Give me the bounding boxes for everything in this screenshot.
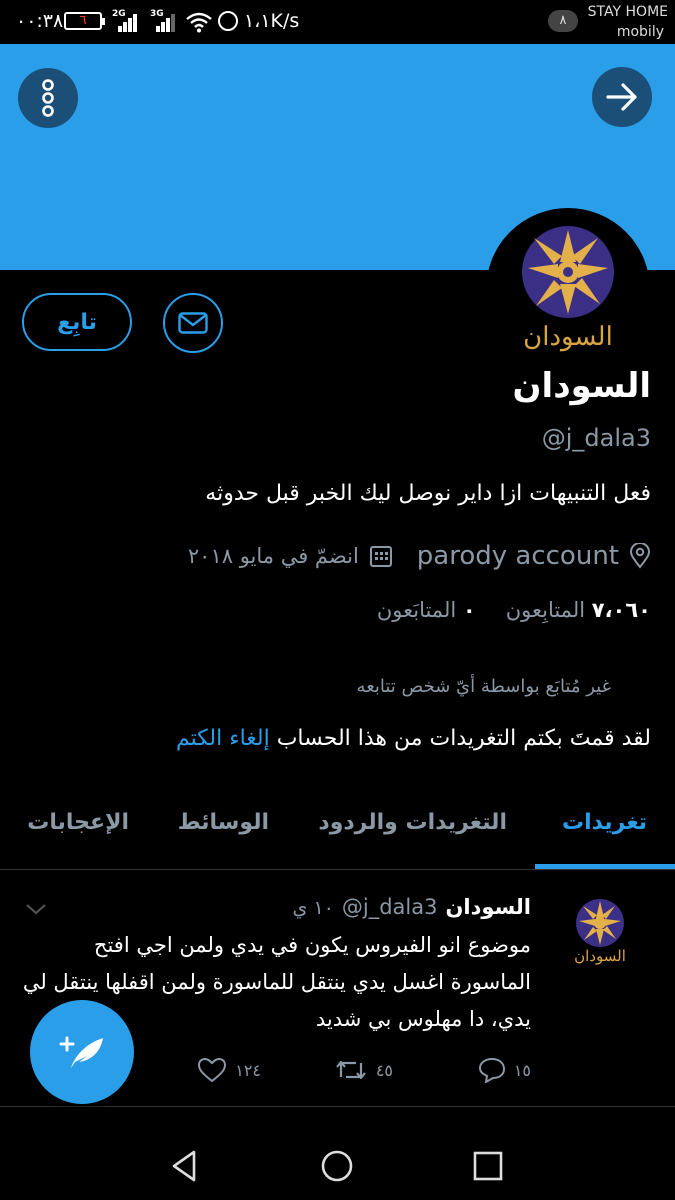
arrow-right-icon [606, 83, 637, 111]
calendar-icon [369, 546, 392, 567]
compose-tweet-button[interactable] [30, 1000, 134, 1104]
following-count: ٧،٠٦٠ [591, 598, 651, 622]
retweet-button[interactable]: ٤٥ [334, 1055, 393, 1085]
tweet-author-handle: @j_dala3 [341, 895, 438, 919]
not-followed-notice: غير مُتابَع بواسطة أيّ شخص تتابعه [356, 676, 611, 697]
nav-recents-icon[interactable] [470, 1148, 506, 1184]
like-button[interactable]: ١٢٤ [197, 1055, 261, 1085]
profile-bio: فعل التنبيهات ازا داير نوصل ليك الخبر قب… [205, 481, 651, 506]
follow-button[interactable]: تابِع [22, 293, 132, 351]
tweet-header: السودان @j_dala3 ١٠ ي [293, 895, 531, 919]
battery-icon: ٦ [64, 12, 105, 30]
tab-tweets[interactable]: تغريدات [562, 810, 647, 835]
notification-count-badge: ٨ [548, 10, 578, 32]
tweet-avatar[interactable]: السودان [561, 893, 639, 971]
network-2g-label: 2G [112, 9, 126, 19]
network-speed: ١،١K/s [244, 10, 300, 32]
alarm-icon [218, 11, 238, 31]
profile-location: parody account [416, 541, 619, 571]
status-bar: ٠٠:٣٨ ٦ 2G 3G ١،١K/s ٨ STAY HOME mobily [0, 0, 675, 44]
signal-3g-icon: 3G [150, 9, 176, 32]
message-button[interactable] [163, 293, 223, 353]
stay-home-label: STAY HOME [587, 4, 668, 20]
muted-notice: لقد قمتَ بكتم التغريدات من هذا الحساب إل… [176, 726, 651, 751]
status-time: ٠٠:٣٨ [16, 10, 64, 32]
tab-tweets-replies[interactable]: التغريدات والردود [318, 810, 507, 835]
tab-media[interactable]: الوسائط [178, 810, 269, 835]
nav-home-icon[interactable] [319, 1148, 355, 1184]
compose-feather-icon [59, 1036, 103, 1068]
profile-handle: @j_dala3 [541, 424, 651, 452]
reply-count: ١٥ [513, 1060, 531, 1080]
profile-tabs: تغريدات التغريدات والردود الوسائط الإعجا… [0, 786, 675, 870]
carrier-label: mobily [616, 24, 664, 40]
avatar-logo-text: السودان [523, 322, 613, 352]
more-options-button[interactable] [18, 68, 78, 128]
profile-joined: انضمّ في مايو ٢٠١٨ [187, 544, 359, 568]
nav-back-icon[interactable] [168, 1148, 204, 1184]
tweet-author-name[interactable]: السودان [445, 895, 531, 919]
tweet-time: ١٠ ي [292, 897, 334, 919]
profile-meta: parody account انضمّ في مايو ٢٠١٨ [188, 538, 651, 574]
following-stat[interactable]: ٧،٠٦٠ المتابِعون [506, 598, 651, 622]
follow-stats: ٠ المتابَعون ٧،٠٦٠ المتابِعون [377, 598, 651, 622]
tab-likes[interactable]: الإعجابات [27, 810, 129, 835]
network-3g-label: 3G [150, 9, 164, 19]
followers-count: ٠ [462, 598, 476, 622]
muted-text: لقد قمتَ بكتم التغريدات من هذا الحساب [276, 726, 651, 751]
heart-icon [198, 1057, 227, 1083]
envelope-icon [178, 312, 208, 334]
wifi-icon [186, 12, 212, 33]
more-vertical-icon [42, 79, 54, 117]
reply-button[interactable]: ١٥ [478, 1055, 531, 1085]
followers-stat[interactable]: ٠ المتابَعون [377, 598, 476, 622]
back-button[interactable] [592, 67, 652, 127]
location-pin-icon [629, 543, 651, 569]
profile-name: السودان [512, 366, 651, 406]
tweet-avatar-text: السودان [574, 947, 626, 965]
like-count: ١٢٤ [235, 1060, 261, 1080]
followers-label: المتابَعون [376, 598, 457, 622]
chevron-down-icon[interactable] [24, 897, 48, 921]
android-nav-bar [0, 1130, 675, 1200]
signal-2g-icon: 2G [112, 9, 138, 32]
retweet-icon [335, 1060, 366, 1080]
battery-level: ٦ [79, 13, 87, 28]
unmute-link[interactable]: إلغاء الكتم [176, 726, 270, 751]
active-tab-indicator [535, 864, 675, 869]
profile-avatar[interactable]: السودان [486, 208, 650, 372]
retweet-count: ٤٥ [375, 1060, 393, 1080]
tweet-actions: ١٥ ٤٥ ١٢٤ [127, 1055, 531, 1085]
following-label: المتابِعون [505, 598, 586, 622]
reply-icon [478, 1057, 505, 1083]
